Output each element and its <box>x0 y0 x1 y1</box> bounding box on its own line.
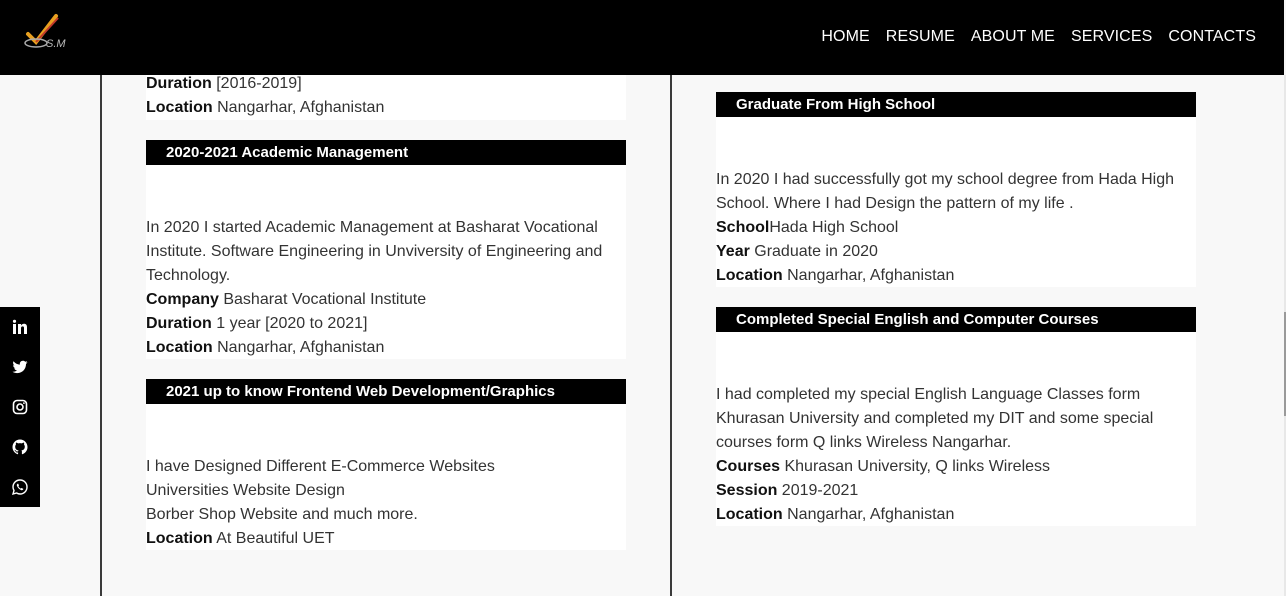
location-row: Location Nangarhar, Afghanistan <box>716 264 1196 288</box>
company-row: Company Basharat Vocational Institute <box>146 288 626 312</box>
main-nav: HOME RESUME ABOUT ME SERVICES CONTACTS <box>821 28 1256 46</box>
duration-value: [2016-2019] <box>211 75 302 92</box>
right-timeline-line <box>670 75 672 596</box>
location-label: Location <box>146 339 213 356</box>
year-row: Year Graduate in 2020 <box>716 240 1196 264</box>
nav-contacts[interactable]: CONTACTS <box>1168 28 1256 46</box>
year-value: Graduate in 2020 <box>749 243 878 260</box>
location-row: Location Nangarhar, Afghanistan <box>146 336 626 360</box>
session-value: 2019-2021 <box>777 482 859 499</box>
location-value: At Beautiful UET <box>212 530 335 547</box>
courses-value: Khurasan University, Q links Wireless <box>780 458 1051 475</box>
nav-home[interactable]: HOME <box>821 28 869 46</box>
logo-text: S.M <box>46 38 66 50</box>
card-description: I had completed my special English Langu… <box>716 386 1154 451</box>
location-value: Nangarhar, Afghanistan <box>782 267 955 284</box>
whatsapp-link[interactable] <box>0 467 40 507</box>
site-logo[interactable]: S.M <box>22 12 78 52</box>
nav-about-me[interactable]: ABOUT ME <box>971 28 1055 46</box>
year-label: Year <box>716 243 750 260</box>
twitter-icon <box>12 360 28 374</box>
description-line: I have Designed Different E-Commerce Web… <box>146 458 495 475</box>
linkedin-icon <box>12 319 27 334</box>
duration-row: Duration 1 year [2020 to 2021] <box>146 312 626 336</box>
location-row: Location At Beautiful UET <box>146 527 626 551</box>
instagram-link[interactable] <box>0 387 40 427</box>
location-value: Nangarhar, Afghanistan <box>782 506 955 523</box>
location-label: Location <box>716 267 783 284</box>
github-icon <box>12 439 28 455</box>
session-row: Session 2019-2021 <box>716 479 1196 503</box>
duration-row: Duration [2016-2019] <box>146 72 626 96</box>
card-title: Graduate From High School <box>716 92 1196 117</box>
linkedin-link[interactable] <box>0 307 40 347</box>
duration-value: 1 year [2020 to 2021] <box>211 315 368 332</box>
company-label: Company <box>146 291 219 308</box>
instagram-icon <box>12 399 28 415</box>
school-row: SchoolHada High School <box>716 216 1196 240</box>
card-description: In 2020 I had successfully got my school… <box>716 171 1175 212</box>
company-value: Basharat Vocational Institute <box>218 291 427 308</box>
social-sidebar <box>0 307 40 507</box>
description-line: Borber Shop Website and much more. <box>146 506 418 523</box>
education-card-partial: Duration [2016-2019] Location Nangarhar,… <box>146 75 626 120</box>
location-label: Location <box>146 530 213 547</box>
duration-label: Duration <box>146 315 212 332</box>
github-link[interactable] <box>0 427 40 467</box>
courses-label: Courses <box>716 458 781 475</box>
description-line: Universities Website Design <box>146 482 345 499</box>
academic-management-card: 2020-2021 Academic Management In 2020 I … <box>146 140 626 359</box>
school-value: Hada High School <box>769 219 899 236</box>
location-label: Location <box>716 506 783 523</box>
school-label: School <box>716 219 770 236</box>
location-row: Location Nangarhar, Afghanistan <box>716 503 1196 527</box>
left-timeline-line <box>100 75 102 596</box>
location-row: Location Nangarhar, Afghanistan <box>146 96 626 120</box>
duration-label: Duration <box>146 75 212 92</box>
card-title: Completed Special English and Computer C… <box>716 307 1196 332</box>
nav-services[interactable]: SERVICES <box>1071 28 1152 46</box>
location-value: Nangarhar, Afghanistan <box>212 339 385 356</box>
card-title: 2021 up to know Frontend Web Development… <box>146 379 626 404</box>
location-label: Location <box>146 99 213 116</box>
card-title: 2020-2021 Academic Management <box>146 140 626 165</box>
card-description: In 2020 I started Academic Management at… <box>146 219 603 284</box>
courses-row: Courses Khurasan University, Q links Wir… <box>716 455 1196 479</box>
nav-resume[interactable]: RESUME <box>886 28 955 46</box>
frontend-development-card: 2021 up to know Frontend Web Development… <box>146 379 626 550</box>
high-school-card: Graduate From High School In 2020 I had … <box>716 92 1196 287</box>
top-navbar: S.M HOME RESUME ABOUT ME SERVICES CONTAC… <box>0 0 1284 75</box>
twitter-link[interactable] <box>0 347 40 387</box>
location-value: Nangarhar, Afghanistan <box>212 99 385 116</box>
session-label: Session <box>716 482 778 499</box>
whatsapp-icon <box>12 479 28 495</box>
courses-card: Completed Special English and Computer C… <box>716 307 1196 526</box>
